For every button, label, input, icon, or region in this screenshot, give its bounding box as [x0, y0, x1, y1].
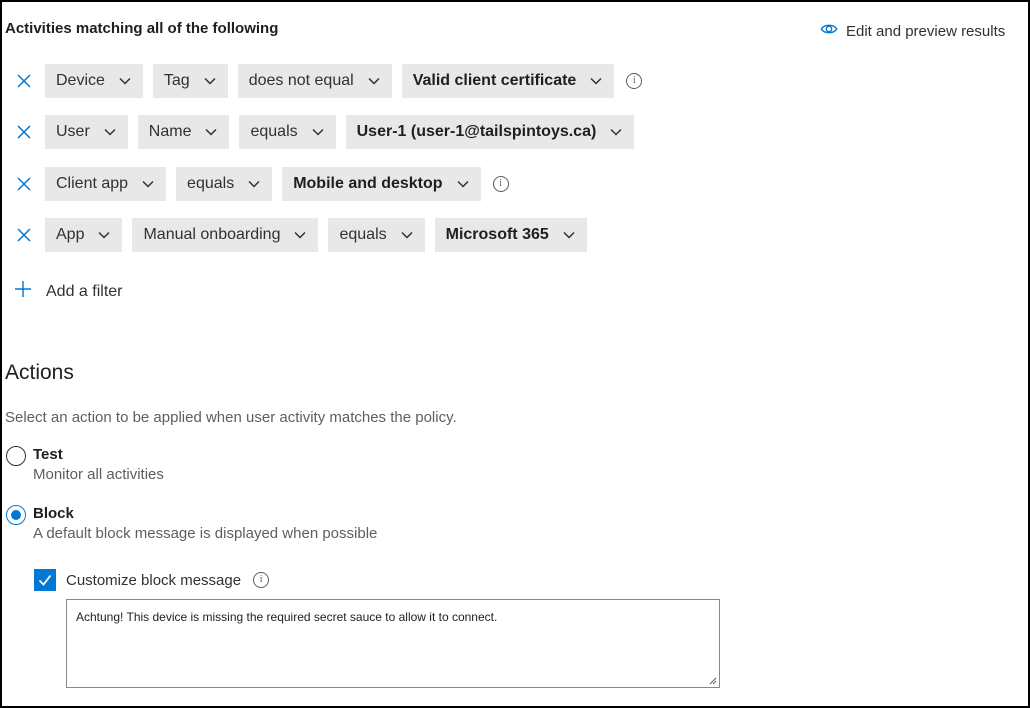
dropdown-value: Valid client certificate	[412, 72, 577, 89]
remove-filter-button[interactable]	[13, 70, 35, 92]
chevron-down-icon	[104, 126, 116, 138]
chevron-down-icon	[368, 75, 380, 87]
chevron-down-icon	[610, 126, 622, 138]
radio-label: Test	[33, 446, 63, 463]
close-icon	[17, 74, 31, 88]
dropdown-value: Mobile and desktop	[293, 175, 443, 192]
chevron-down-icon	[294, 229, 306, 241]
filter-value-dropdown[interactable]: Mobile and desktop	[282, 167, 481, 201]
section-title: Activities matching all of the following	[5, 20, 279, 37]
filter-field-dropdown[interactable]: Client app	[45, 167, 167, 201]
filter-row: Client app equals Mobile and desktop i	[13, 167, 509, 201]
chevron-down-icon	[142, 178, 154, 190]
chevron-down-icon	[248, 178, 260, 190]
info-icon[interactable]: i	[492, 176, 509, 192]
customize-block-message-checkbox[interactable]	[34, 569, 56, 591]
filter-subfield-dropdown[interactable]: Tag	[152, 64, 228, 98]
add-filter-button[interactable]: Add a filter	[14, 280, 122, 303]
filter-value-dropdown[interactable]: Microsoft 365	[434, 218, 587, 252]
plus-icon	[14, 280, 32, 303]
chevron-down-icon	[98, 229, 110, 241]
test-radio[interactable]	[6, 446, 26, 466]
action-option-block[interactable]: Block A default block message is display…	[6, 504, 377, 542]
block-message-textarea[interactable]: Achtung! This device is missing the requ…	[66, 599, 720, 688]
close-icon	[17, 125, 31, 139]
dropdown-value: Name	[148, 123, 192, 140]
remove-filter-button[interactable]	[13, 173, 35, 195]
eye-icon	[820, 20, 838, 42]
block-message-text: Achtung! This device is missing the requ…	[76, 610, 498, 624]
remove-filter-button[interactable]	[13, 121, 35, 143]
edit-preview-results-label: Edit and preview results	[846, 22, 1006, 40]
filter-subfield-dropdown[interactable]: Manual onboarding	[132, 218, 319, 252]
dropdown-value: App	[56, 226, 85, 243]
chevron-down-icon	[590, 75, 602, 87]
customize-block-message-label: Customize block message	[66, 571, 242, 589]
filter-field-dropdown[interactable]: Device	[45, 64, 143, 98]
filter-field-dropdown[interactable]: App	[45, 218, 123, 252]
block-radio[interactable]	[6, 505, 26, 525]
dropdown-value: Microsoft 365	[445, 226, 549, 243]
chevron-down-icon	[457, 178, 469, 190]
radio-text: Block A default block message is display…	[33, 504, 377, 542]
actions-description: Select an action to be applied when user…	[5, 409, 457, 426]
radio-text: Test Monitor all activities	[33, 445, 164, 483]
filter-row: App Manual onboarding equals Microsoft 3…	[13, 218, 597, 252]
close-icon	[17, 177, 31, 191]
filter-row: Device Tag does not equal Valid client c…	[13, 64, 643, 98]
customize-block-message-row: Customize block message i	[34, 569, 270, 591]
dropdown-value: Client app	[56, 175, 129, 192]
edit-preview-results-link[interactable]: Edit and preview results	[820, 20, 1005, 42]
chevron-down-icon	[204, 75, 216, 87]
dropdown-value: equals	[339, 226, 387, 243]
filter-value-dropdown[interactable]: Valid client certificate	[401, 64, 615, 98]
chevron-down-icon	[563, 229, 575, 241]
radio-label: Block	[33, 505, 74, 522]
remove-filter-button[interactable]	[13, 224, 35, 246]
radio-description: A default block message is displayed whe…	[33, 525, 378, 542]
info-icon[interactable]: i	[253, 572, 270, 588]
info-icon[interactable]: i	[626, 73, 643, 89]
filter-operator-dropdown[interactable]: equals	[176, 167, 273, 201]
radio-description: Monitor all activities	[33, 466, 164, 483]
filter-subfield-dropdown[interactable]: Name	[137, 115, 230, 149]
chevron-down-icon	[205, 126, 217, 138]
dropdown-value: Tag	[163, 72, 190, 89]
close-icon	[17, 228, 31, 242]
resize-handle-icon[interactable]	[709, 677, 717, 685]
filter-operator-dropdown[interactable]: equals	[239, 115, 336, 149]
chevron-down-icon	[119, 75, 131, 87]
chevron-down-icon	[312, 126, 324, 138]
action-option-test[interactable]: Test Monitor all activities	[6, 445, 164, 483]
dropdown-value: equals	[250, 123, 298, 140]
filter-field-dropdown[interactable]: User	[45, 115, 128, 149]
filter-operator-dropdown[interactable]: does not equal	[237, 64, 392, 98]
checkmark-icon	[38, 574, 52, 586]
actions-heading: Actions	[5, 361, 74, 384]
dropdown-value: equals	[187, 175, 235, 192]
chevron-down-icon	[401, 229, 413, 241]
filter-row: User Name equals User-1 (user-1@tailspin…	[13, 115, 644, 149]
policy-filters-panel: Activities matching all of the following…	[0, 0, 1030, 708]
dropdown-value: User	[56, 123, 90, 140]
dropdown-value: User-1 (user-1@tailspintoys.ca)	[356, 123, 597, 140]
add-filter-label: Add a filter	[46, 282, 123, 300]
filter-operator-dropdown[interactable]: equals	[328, 218, 425, 252]
dropdown-value: Device	[56, 72, 105, 89]
dropdown-value: does not equal	[248, 72, 354, 89]
dropdown-value: Manual onboarding	[143, 226, 281, 243]
filter-value-dropdown[interactable]: User-1 (user-1@tailspintoys.ca)	[345, 115, 635, 149]
